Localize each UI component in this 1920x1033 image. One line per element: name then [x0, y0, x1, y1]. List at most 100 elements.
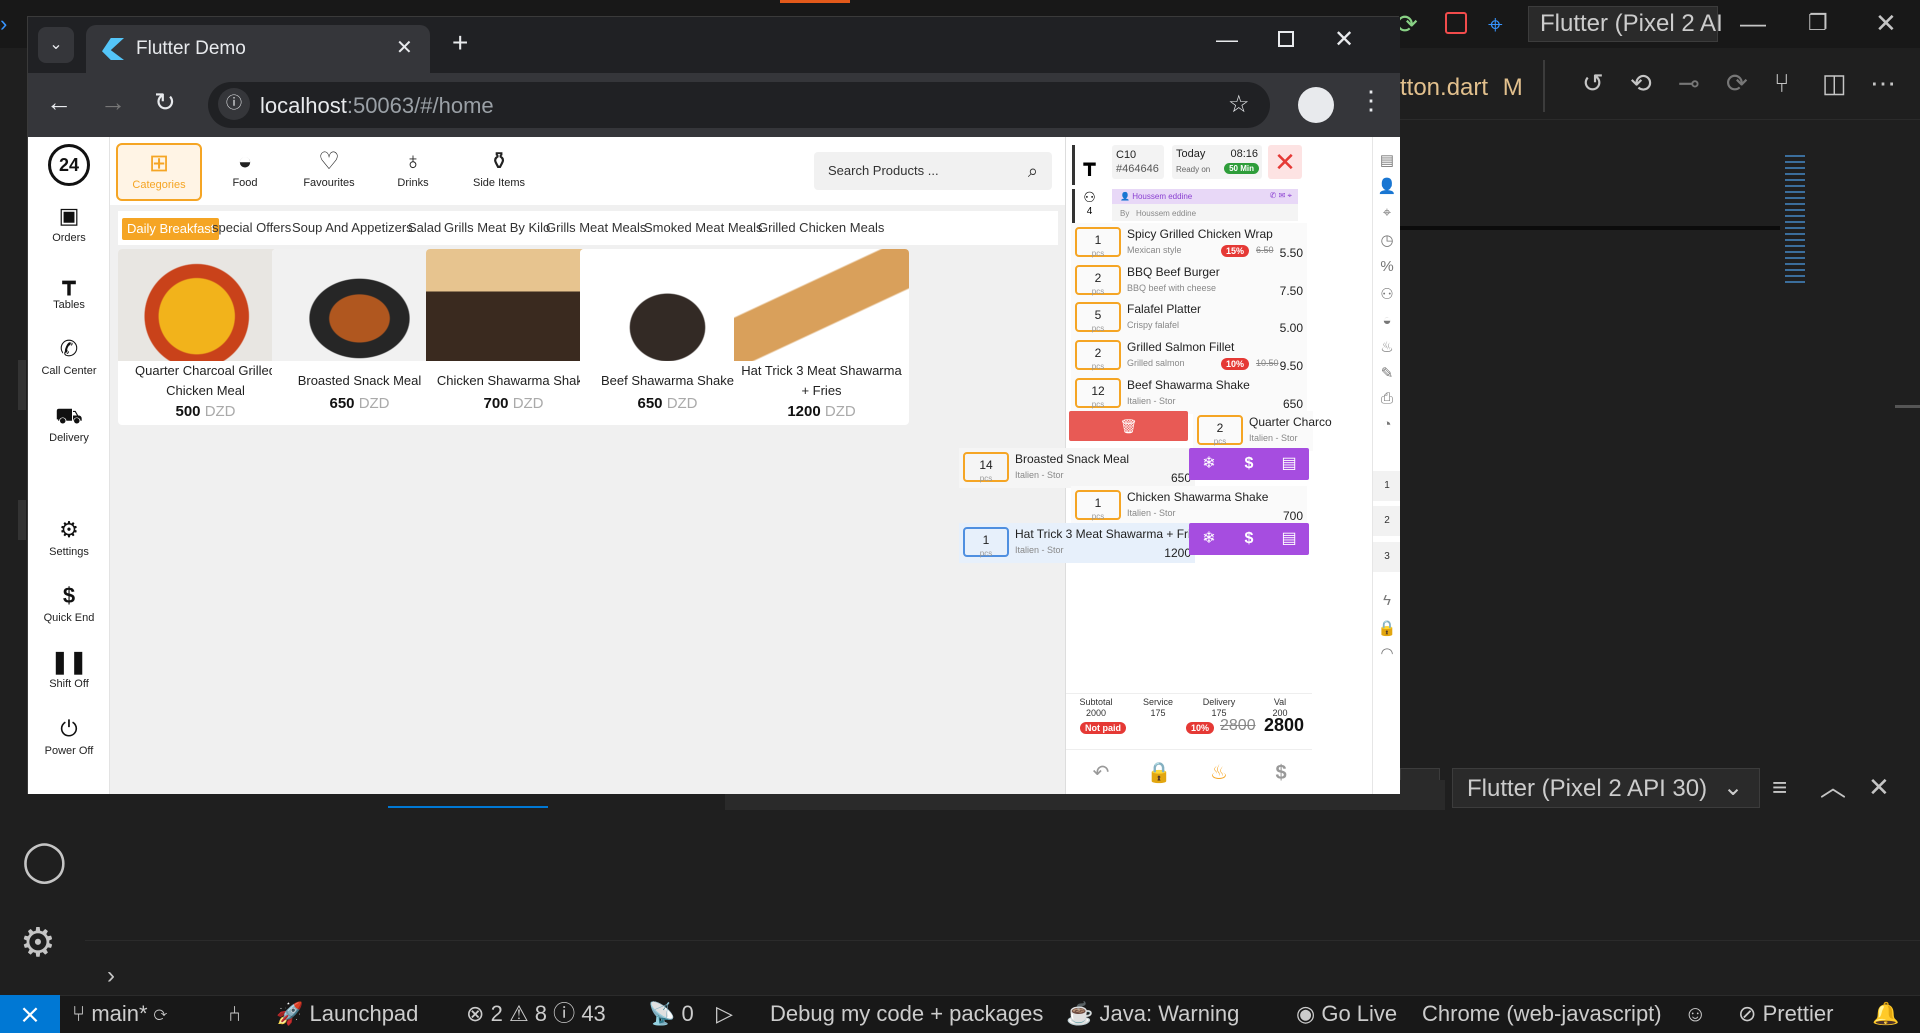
quantity-stepper[interactable]: 2 pcs [1075, 265, 1121, 296]
quantity-stepper[interactable]: 2 pcs [1197, 415, 1243, 446]
customer-icon[interactable]: 👤 [1373, 177, 1400, 195]
history-icon[interactable]: ◔ [1373, 416, 1400, 433]
checkout-dollar-icon[interactable]: $ [1246, 754, 1316, 792]
nav-orders[interactable]: ▣ Orders [28, 203, 110, 244]
clock-icon[interactable]: ◷ [1373, 231, 1400, 249]
order-item[interactable]: 2 pcs Quarter Charco Italien - Stor [1193, 411, 1332, 451]
close-icon[interactable]: ✕ [1875, 10, 1897, 36]
remote-icon[interactable]: ⨯ [0, 995, 60, 1033]
golive-item[interactable]: ◉ Go Live [1296, 1000, 1397, 1028]
account-icon[interactable]: ◯ [22, 841, 67, 881]
restore-icon[interactable]: ❐ [1808, 10, 1828, 36]
subcat-soup[interactable]: Soup And Appetizers [292, 218, 413, 238]
window-maximize-icon[interactable] [1278, 31, 1294, 47]
nav-quick-end[interactable]: $ Quick End [28, 583, 110, 624]
category-categories[interactable]: ⊞ Categories [116, 143, 202, 201]
copilot-icon[interactable]: ☺ [1684, 1000, 1706, 1028]
order-item[interactable]: 14 pcs Broasted Snack Meal Italien - Stor 65… [959, 448, 1195, 488]
order-item[interactable]: 12 pcs Beef Shawarma Shake Italien - Stor 65… [1071, 374, 1307, 414]
customer-box[interactable]: 👤 Houssem eddine ✆ ✉ ⌖ By Houssem eddine [1112, 189, 1298, 221]
debug-icon[interactable]: ▷ [716, 1000, 733, 1028]
split-editor-icon[interactable]: ◫ [1822, 70, 1847, 96]
back-icon[interactable]: ← [46, 87, 72, 118]
freeze-icon[interactable]: ❄ [1189, 523, 1229, 561]
guests-icon[interactable]: ⚇ [1373, 285, 1400, 303]
site-info-icon[interactable]: ⓘ [218, 88, 250, 120]
tab-search-chevron-icon[interactable]: ⌄ [38, 27, 74, 63]
note-icon[interactable]: ▤ [1269, 523, 1309, 561]
device-selector[interactable]: Flutter (Pixel 2 AI [1540, 10, 1723, 38]
quantity-stepper[interactable]: 14 pcs [963, 452, 1009, 483]
window-minimize-icon[interactable]: — [1216, 27, 1238, 53]
nav-tables[interactable]: ┳ Tables [28, 270, 110, 311]
profile-avatar[interactable] [1298, 87, 1334, 123]
split-1[interactable]: 1 [1373, 471, 1400, 501]
reload-icon[interactable]: ↻ [154, 87, 176, 118]
subcat-salad[interactable]: Salad [408, 218, 441, 238]
table-info[interactable]: C10 #464646 [1112, 145, 1164, 179]
subcat-grills-kilo[interactable]: Grills Meat By Kilo [444, 218, 550, 238]
product-card[interactable]: Hat Trick 3 Meat Shawarma + Fries 1200 D… [734, 249, 909, 425]
guests-box[interactable]: ⚇ 4 [1072, 189, 1104, 225]
launchpad-item[interactable]: 🚀 Launchpad [276, 1000, 418, 1028]
manage-gear-icon[interactable]: ⚙ [20, 923, 56, 963]
editor-tab[interactable]: tton.dart M [1400, 74, 1523, 102]
quantity-stepper[interactable]: 1 pcs [1075, 227, 1121, 258]
receipt-icon[interactable]: ▤ [1373, 151, 1400, 169]
problems-item[interactable]: ⊗ 2 ⚠ 8 ⓘ 43 [466, 1000, 606, 1028]
nav-shift-off[interactable]: ❚❚ Shift Off [28, 649, 110, 690]
quantity-stepper[interactable]: 1 pcs [963, 527, 1009, 558]
subcat-smoked[interactable]: Smoked Meat Meals [644, 218, 763, 238]
debug-device-select[interactable]: Flutter (Pixel 2 API 30) ⌄ [1452, 768, 1760, 808]
category-food[interactable]: ◒ Food [202, 143, 288, 201]
bell-icon[interactable]: 🔔 [1872, 1000, 1899, 1028]
browser-tab[interactable]: Flutter Demo ✕ [86, 25, 430, 73]
branch-item[interactable]: ⑂ main* ⟳ [72, 1000, 167, 1028]
forward-icon[interactable]: → [100, 87, 126, 118]
order-item[interactable]: 1 pcs Spicy Grilled Chicken Wrap Mexican st… [1071, 223, 1307, 263]
product-card[interactable]: Beef Shawarma Shake 650 DZD [580, 249, 755, 425]
browser-menu-icon[interactable]: ⋮ [1358, 85, 1384, 116]
address-bar[interactable]: ⓘ localhost:50063/#/home ☆ [208, 82, 1270, 128]
new-tab-icon[interactable]: + [452, 27, 468, 59]
debug-config[interactable]: Debug my code + packages [770, 1000, 1043, 1028]
delete-item-button[interactable]: 🗑 [1069, 411, 1188, 441]
subcat-grilled-chicken[interactable]: Grilled Chicken Meals [758, 218, 884, 238]
minimize-icon[interactable]: — [1740, 10, 1766, 36]
pay-item-icon[interactable]: $ [1229, 448, 1269, 486]
nav-power-off[interactable]: ⏻ Power Off [28, 716, 110, 757]
print-icon[interactable]: ⎙ [1373, 390, 1400, 407]
git-graph-icon[interactable]: ⑃ [228, 1000, 241, 1028]
chevron-up-icon[interactable]: ︿ [1820, 774, 1846, 800]
dish-icon[interactable]: ◒ [1373, 312, 1400, 329]
window-close-icon[interactable]: ✕ [1334, 25, 1354, 54]
percent-icon[interactable]: % [1373, 258, 1400, 275]
cooking-pot-icon[interactable]: ♨ [1184, 754, 1254, 792]
wifi-icon[interactable]: ◠ [1373, 644, 1400, 662]
search-input[interactable]: Search Products ... ⌕ [814, 152, 1052, 190]
category-favourites[interactable]: ♡ Favourites [286, 143, 372, 201]
lock-small-icon[interactable]: 🔒 [1373, 619, 1400, 637]
subcat-daily-breakfast[interactable]: Daily Breakfast [122, 218, 220, 240]
nav-call-center[interactable]: ✆ Call Center [28, 336, 110, 377]
go-forward-icon[interactable]: ⟳ [1726, 70, 1748, 96]
subcat-special-offers[interactable]: special Offers [212, 218, 291, 238]
quantity-stepper[interactable]: 1 pcs [1075, 490, 1121, 521]
quantity-stepper[interactable]: 2 pcs [1075, 340, 1121, 371]
category-side-items[interactable]: ⚱ Side Items [456, 143, 542, 201]
java-status[interactable]: ☕ Java: Warning [1066, 1000, 1239, 1028]
subcat-grills-meals[interactable]: Grills Meat Meals [546, 218, 646, 238]
note-icon[interactable]: ▤ [1269, 448, 1309, 486]
prettier-item[interactable]: ⊘ Prettier [1738, 1000, 1833, 1028]
split-3[interactable]: 3 [1373, 542, 1400, 572]
edit-icon[interactable]: ✎ [1373, 364, 1400, 382]
order-item[interactable]: 1 pcs Chicken Shawarma Shake Italien - Stor… [1071, 486, 1307, 526]
ports-item[interactable]: 📡 0 [648, 1000, 694, 1028]
terminal-chevron-icon[interactable]: › [107, 963, 115, 989]
location-icon[interactable]: ⌖ [1373, 204, 1400, 221]
quantity-stepper[interactable]: 12 pcs [1075, 378, 1121, 409]
more-icon[interactable]: ⋯ [1870, 70, 1896, 96]
close-panel-icon[interactable]: ✕ [1868, 774, 1890, 800]
split-2[interactable]: 2 [1373, 506, 1400, 536]
stop-icon[interactable] [1445, 12, 1467, 34]
